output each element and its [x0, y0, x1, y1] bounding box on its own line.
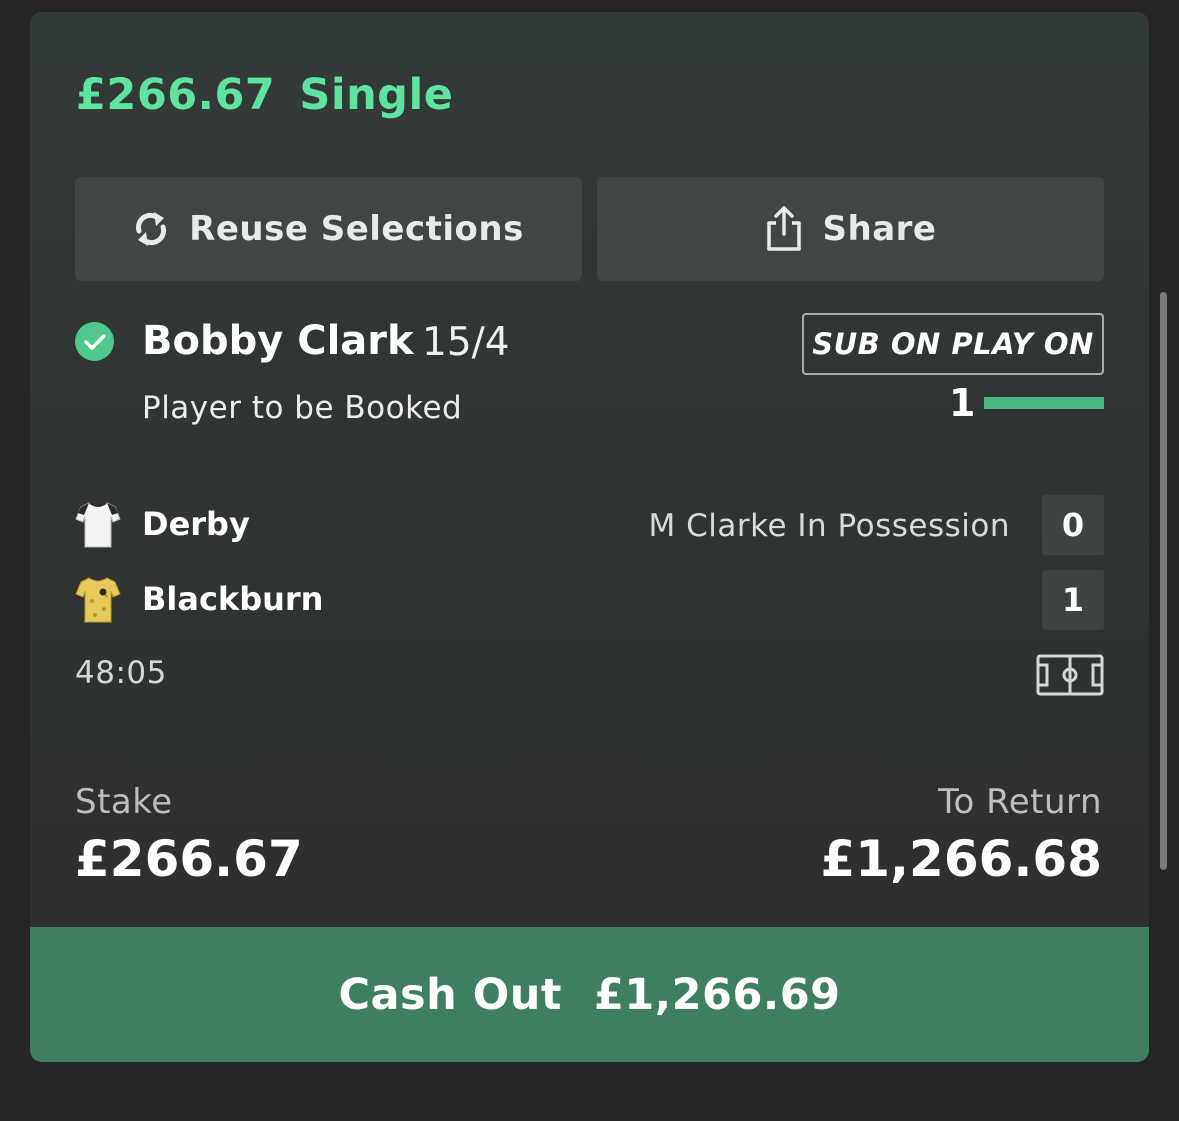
bet-header-stake: £266.67: [76, 70, 276, 120]
cash-out-value: £1,266.69: [593, 969, 841, 1020]
scrollbar[interactable]: [1160, 292, 1167, 870]
market-name: Player to be Booked: [142, 390, 463, 426]
cash-out-button[interactable]: Cash Out £1,266.69: [30, 927, 1149, 1062]
to-return-value: £1,266.68: [820, 830, 1102, 888]
to-return-label: To Return: [938, 782, 1102, 822]
sub-on-play-on-badge[interactable]: SUB ON PLAY ON: [802, 313, 1104, 375]
away-score: 1: [1042, 570, 1104, 630]
sub-progress-bar: [984, 397, 1104, 409]
pitch-icon[interactable]: [1036, 654, 1104, 696]
match-clock: 48:05: [75, 655, 167, 691]
selection-name: Bobby Clark: [142, 318, 414, 364]
sub-on-play-on-label: SUB ON PLAY ON: [812, 327, 1094, 361]
team-row-away: Blackburn 1: [75, 570, 1104, 630]
blackburn-kit-icon: [75, 577, 121, 623]
check-circle-icon: [75, 322, 114, 361]
match-status: M Clarke In Possession: [648, 508, 1010, 544]
reuse-selections-button[interactable]: Reuse Selections: [75, 177, 582, 281]
share-label: Share: [822, 209, 937, 249]
bet-header: £266.67 Single: [76, 70, 453, 120]
bet-type: Single: [299, 70, 454, 120]
sub-count: 1: [949, 381, 976, 425]
selection-odds: 15/4: [422, 320, 510, 365]
cash-out-label: Cash Out: [338, 969, 562, 1020]
reuse-selections-label: Reuse Selections: [189, 209, 524, 249]
refresh-icon: [136, 212, 167, 246]
away-team-name: Blackburn: [142, 580, 324, 618]
stake-value: £266.67: [75, 830, 303, 888]
bet-card: £266.67 Single Reuse Selections Share Bob…: [30, 12, 1149, 1062]
share-button[interactable]: Share: [597, 177, 1104, 281]
home-score: 0: [1042, 495, 1104, 555]
sub-progress-fill: [984, 397, 1104, 409]
stake-label: Stake: [75, 782, 173, 822]
share-icon: [766, 206, 801, 251]
